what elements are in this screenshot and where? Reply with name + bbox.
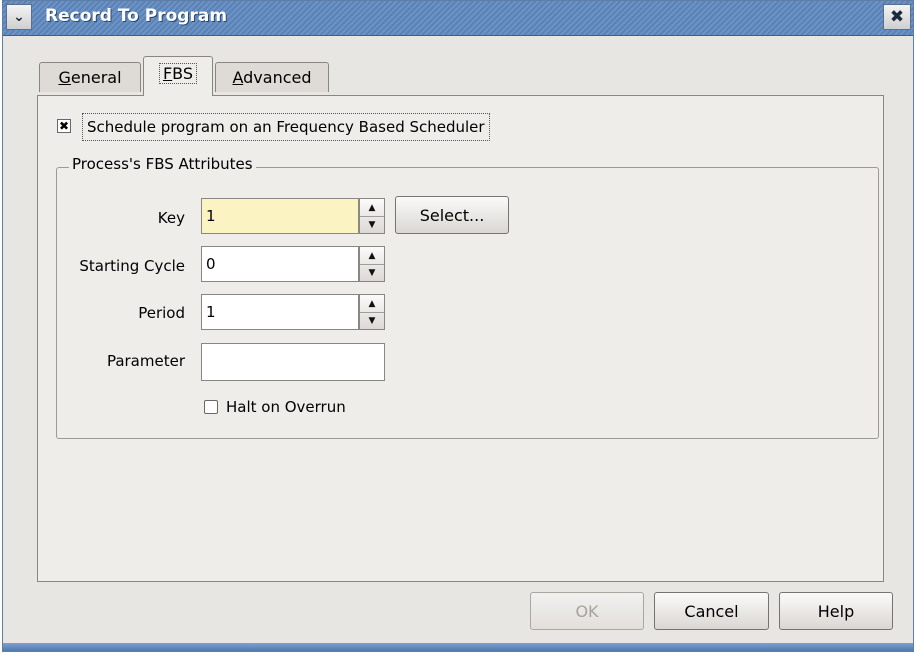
key-spinner[interactable]: ▲ ▼ bbox=[359, 198, 385, 234]
parameter-label: Parameter bbox=[106, 352, 185, 370]
window-bottom-border bbox=[3, 643, 913, 651]
ok-button[interactable]: OK bbox=[530, 592, 644, 630]
group-title: Process's FBS Attributes bbox=[69, 155, 256, 173]
period-label: Period bbox=[138, 304, 185, 322]
tab-advanced[interactable]: Advanced bbox=[215, 62, 329, 92]
spin-down-icon[interactable]: ▼ bbox=[360, 264, 384, 281]
dialog-window: ⌄ Record To Program ✖ General FBS Advanc… bbox=[2, 0, 914, 652]
spin-up-icon[interactable]: ▲ bbox=[360, 247, 384, 265]
period-spinner[interactable]: ▲ ▼ bbox=[359, 294, 385, 330]
title-bar[interactable]: ⌄ Record To Program ✖ bbox=[3, 1, 913, 36]
spin-down-icon[interactable]: ▼ bbox=[360, 216, 384, 233]
tab-general-mnemonic: G bbox=[58, 68, 71, 87]
select-button[interactable]: Select... bbox=[395, 196, 509, 234]
starting-cycle-spinner[interactable]: ▲ ▼ bbox=[359, 246, 385, 282]
tab-advanced-mnemonic: A bbox=[232, 68, 244, 87]
tab-fbs[interactable]: FBS bbox=[143, 56, 213, 96]
period-input[interactable]: 1 bbox=[201, 294, 359, 330]
spin-up-icon[interactable]: ▲ bbox=[360, 199, 384, 217]
tab-fbs-mnemonic: F bbox=[162, 64, 173, 83]
halt-on-overrun-checkbox[interactable] bbox=[204, 400, 218, 414]
key-label: Key bbox=[157, 209, 185, 227]
cancel-button[interactable]: Cancel bbox=[654, 592, 769, 630]
starting-cycle-input[interactable]: 0 bbox=[201, 246, 359, 282]
tab-general[interactable]: General bbox=[39, 62, 141, 92]
parameter-input[interactable] bbox=[201, 343, 385, 381]
spin-up-icon[interactable]: ▲ bbox=[360, 295, 384, 313]
starting-cycle-label: Starting Cycle bbox=[79, 257, 185, 275]
key-input[interactable]: 1 bbox=[201, 198, 359, 234]
schedule-checkbox[interactable]: ✖ bbox=[57, 119, 71, 133]
tab-general-label: eneral bbox=[70, 68, 122, 87]
schedule-checkbox-label[interactable]: Schedule program on an Frequency Based S… bbox=[82, 113, 490, 141]
halt-on-overrun-label[interactable]: Halt on Overrun bbox=[226, 398, 346, 416]
help-button[interactable]: Help bbox=[779, 592, 893, 630]
tab-advanced-label: dvanced bbox=[243, 68, 312, 87]
close-icon[interactable]: ✖ bbox=[883, 4, 911, 30]
tab-fbs-label: BS bbox=[172, 64, 194, 83]
spin-down-icon[interactable]: ▼ bbox=[360, 312, 384, 329]
window-title: Record To Program bbox=[45, 6, 228, 26]
chevron-down-icon[interactable]: ⌄ bbox=[6, 4, 32, 30]
